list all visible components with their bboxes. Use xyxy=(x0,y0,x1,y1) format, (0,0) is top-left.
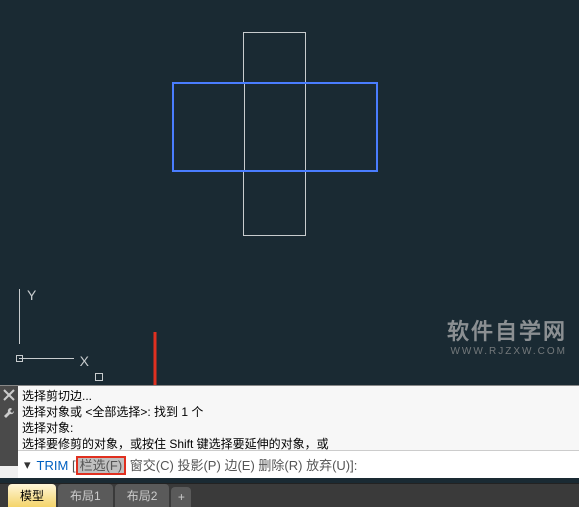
pick-box-marker xyxy=(95,373,103,381)
vertical-edge-right xyxy=(305,84,306,170)
watermark: 软件自学网 WWW.RJZXW.COM xyxy=(447,314,567,357)
tab-add-button[interactable]: + xyxy=(171,487,191,507)
option-project[interactable]: 投影(P) xyxy=(177,458,220,473)
command-options: [栏选(F) 窗交(C) 投影(P) 边(E) 删除(R) 放弃(U)]: xyxy=(72,456,357,475)
option-erase[interactable]: 删除(R) xyxy=(258,458,302,473)
option-edge[interactable]: 边(E) xyxy=(224,458,254,473)
history-line: 选择对象: xyxy=(22,420,575,436)
ucs-y-label: Y xyxy=(27,287,36,303)
watermark-main: 软件自学网 xyxy=(447,314,567,346)
layout-tabs: 模型 布局1 布局2 + xyxy=(0,483,579,507)
history-line: 选择剪切边... xyxy=(22,388,575,404)
command-sidebar xyxy=(0,386,18,466)
tab-layout1[interactable]: 布局1 xyxy=(58,484,113,507)
tab-model[interactable]: 模型 xyxy=(8,484,56,507)
command-input[interactable]: ▾ TRIM [栏选(F) 窗交(C) 投影(P) 边(E) 删除(R) 放弃(… xyxy=(18,450,579,478)
option-fence[interactable]: 栏选(F) xyxy=(76,456,127,475)
drawing-area[interactable]: Y X 软件自学网 WWW.RJZXW.COM xyxy=(0,0,579,385)
option-crossing[interactable]: 窗交(C) xyxy=(130,458,174,473)
ucs-x-label: X xyxy=(80,353,89,369)
vertical-edge-left xyxy=(244,84,245,170)
horizontal-rectangle-selected[interactable] xyxy=(172,82,378,172)
history-line: 选择要修剪的对象，或按住 Shift 键选择要延伸的对象，或 xyxy=(22,436,575,450)
prompt-caret-icon: ▾ xyxy=(24,457,31,473)
history-line: 选择对象或 <全部选择>: 找到 1 个 xyxy=(22,404,575,420)
command-history[interactable]: 选择剪切边... 选择对象或 <全部选择>: 找到 1 个 选择对象: 选择要修… xyxy=(18,386,579,450)
command-name: TRIM xyxy=(37,458,69,473)
wrench-icon[interactable] xyxy=(2,406,16,420)
option-undo[interactable]: 放弃(U) xyxy=(306,458,350,473)
command-panel: 选择剪切边... 选择对象或 <全部选择>: 找到 1 个 选择对象: 选择要修… xyxy=(0,385,579,478)
close-icon[interactable] xyxy=(2,388,16,402)
tab-layout2[interactable]: 布局2 xyxy=(115,484,170,507)
ucs-icon: Y X xyxy=(19,289,89,359)
watermark-sub: WWW.RJZXW.COM xyxy=(447,346,567,357)
